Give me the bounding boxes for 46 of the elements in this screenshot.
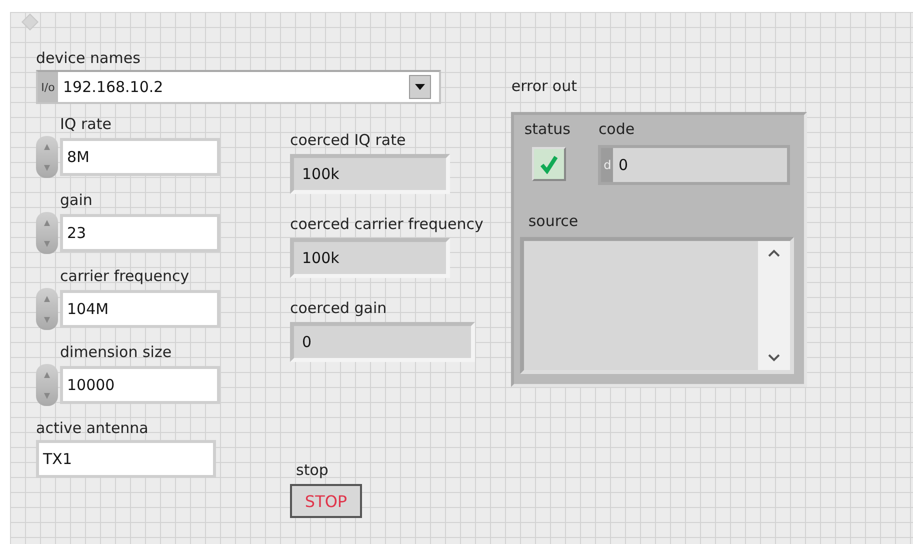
numeric-indicator: 100k [290, 238, 450, 278]
dropdown-value: 192.168.10.2 [62, 78, 164, 96]
numeric-indicator: 100k [290, 154, 450, 194]
code-value: 0 [617, 156, 629, 174]
control-label: dimension size [60, 342, 173, 362]
status-label: status [524, 119, 570, 139]
indicator-label: coerced carrier frequency [290, 214, 484, 234]
down-arrow-icon[interactable] [43, 240, 51, 248]
io-name-prefix: I/o [38, 72, 58, 102]
increment-spinner[interactable] [36, 364, 58, 406]
increment-spinner[interactable] [36, 288, 58, 330]
down-arrow-icon[interactable] [43, 316, 51, 324]
caret-icon [415, 84, 425, 90]
panel-origin-icon [22, 14, 38, 30]
code-label: code [598, 119, 636, 139]
numeric-indicator: 0 [290, 322, 475, 362]
dropdown-button[interactable] [409, 75, 431, 99]
scrollbar[interactable] [758, 241, 790, 370]
device-name-dropdown[interactable]: I/o 192.168.10.2 [36, 70, 441, 104]
up-arrow-icon[interactable] [43, 218, 51, 226]
up-arrow-icon[interactable] [43, 294, 51, 302]
down-arrow-icon[interactable] [43, 392, 51, 400]
numeric-field[interactable]: 104M [60, 290, 220, 328]
numeric-field[interactable]: 23 [60, 214, 220, 252]
control-label: carrier frequency [60, 266, 190, 286]
up-arrow-icon[interactable] [43, 370, 51, 378]
button-label: stop [296, 460, 330, 480]
numeric-field[interactable]: 10000 [60, 366, 220, 404]
text-field[interactable]: TX1 [36, 440, 216, 478]
control-label: IQ rate [60, 114, 112, 134]
increment-spinner[interactable] [36, 212, 58, 254]
control-label: gain [60, 190, 94, 210]
control-label: active antenna [36, 418, 150, 438]
checkmark-icon [539, 154, 560, 174]
indicator-label: coerced gain [290, 298, 388, 318]
numeric-field[interactable]: 8M [60, 138, 220, 176]
scroll-down-icon[interactable] [768, 354, 780, 362]
up-arrow-icon[interactable] [43, 142, 51, 150]
control-label: device names [36, 48, 142, 68]
source-label: source [528, 211, 580, 231]
cluster-label: error out [511, 76, 578, 96]
down-arrow-icon[interactable] [43, 164, 51, 172]
indicator-label: coerced IQ rate [290, 130, 407, 150]
radix-marker: d [601, 148, 614, 182]
scroll-up-icon[interactable] [768, 249, 780, 257]
increment-spinner[interactable] [36, 136, 58, 178]
